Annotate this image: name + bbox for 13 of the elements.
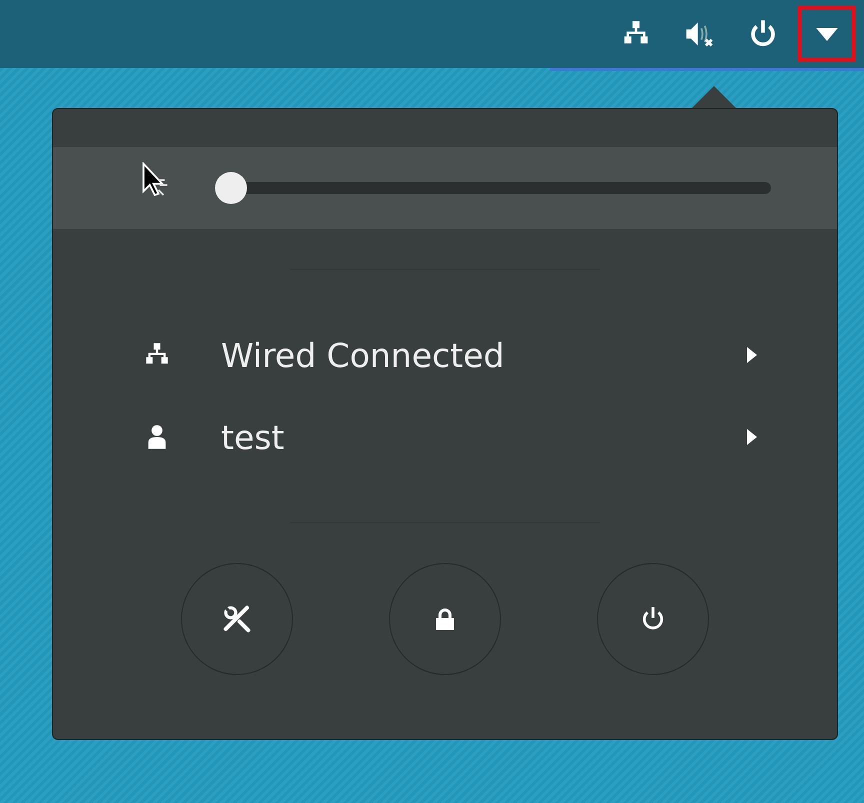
dropdown-button[interactable] bbox=[798, 6, 856, 62]
caret-icon bbox=[816, 28, 838, 40]
power-icon bbox=[640, 606, 666, 632]
power-icon[interactable] bbox=[748, 19, 778, 49]
tools-icon bbox=[222, 604, 252, 634]
volume-muted-icon[interactable] bbox=[684, 20, 714, 48]
slider-thumb[interactable] bbox=[215, 172, 247, 204]
volume-slider[interactable] bbox=[215, 172, 771, 204]
submenu-arrow-icon[interactable] bbox=[747, 428, 757, 446]
menu-item[interactable]: Wired Connected bbox=[221, 336, 747, 374]
lock-icon bbox=[433, 607, 457, 631]
menu-item[interactable]: test bbox=[221, 418, 747, 456]
submenu-arrow-icon[interactable] bbox=[747, 346, 757, 364]
